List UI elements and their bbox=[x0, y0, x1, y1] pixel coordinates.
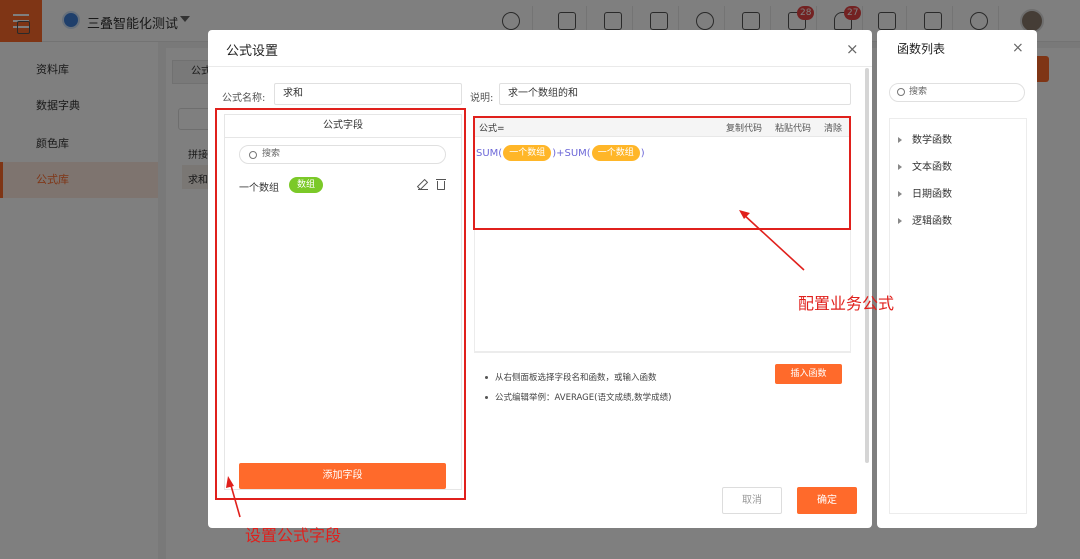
arrow-head-icon bbox=[226, 476, 234, 488]
arrow-line bbox=[229, 481, 241, 518]
arrow-line bbox=[742, 213, 805, 271]
arrow-head-icon bbox=[739, 210, 750, 219]
annotation-text: 配置业务公式 bbox=[798, 294, 895, 313]
annotation-arrows bbox=[226, 210, 805, 518]
annotation-text: 设置公式字段 bbox=[245, 526, 342, 545]
